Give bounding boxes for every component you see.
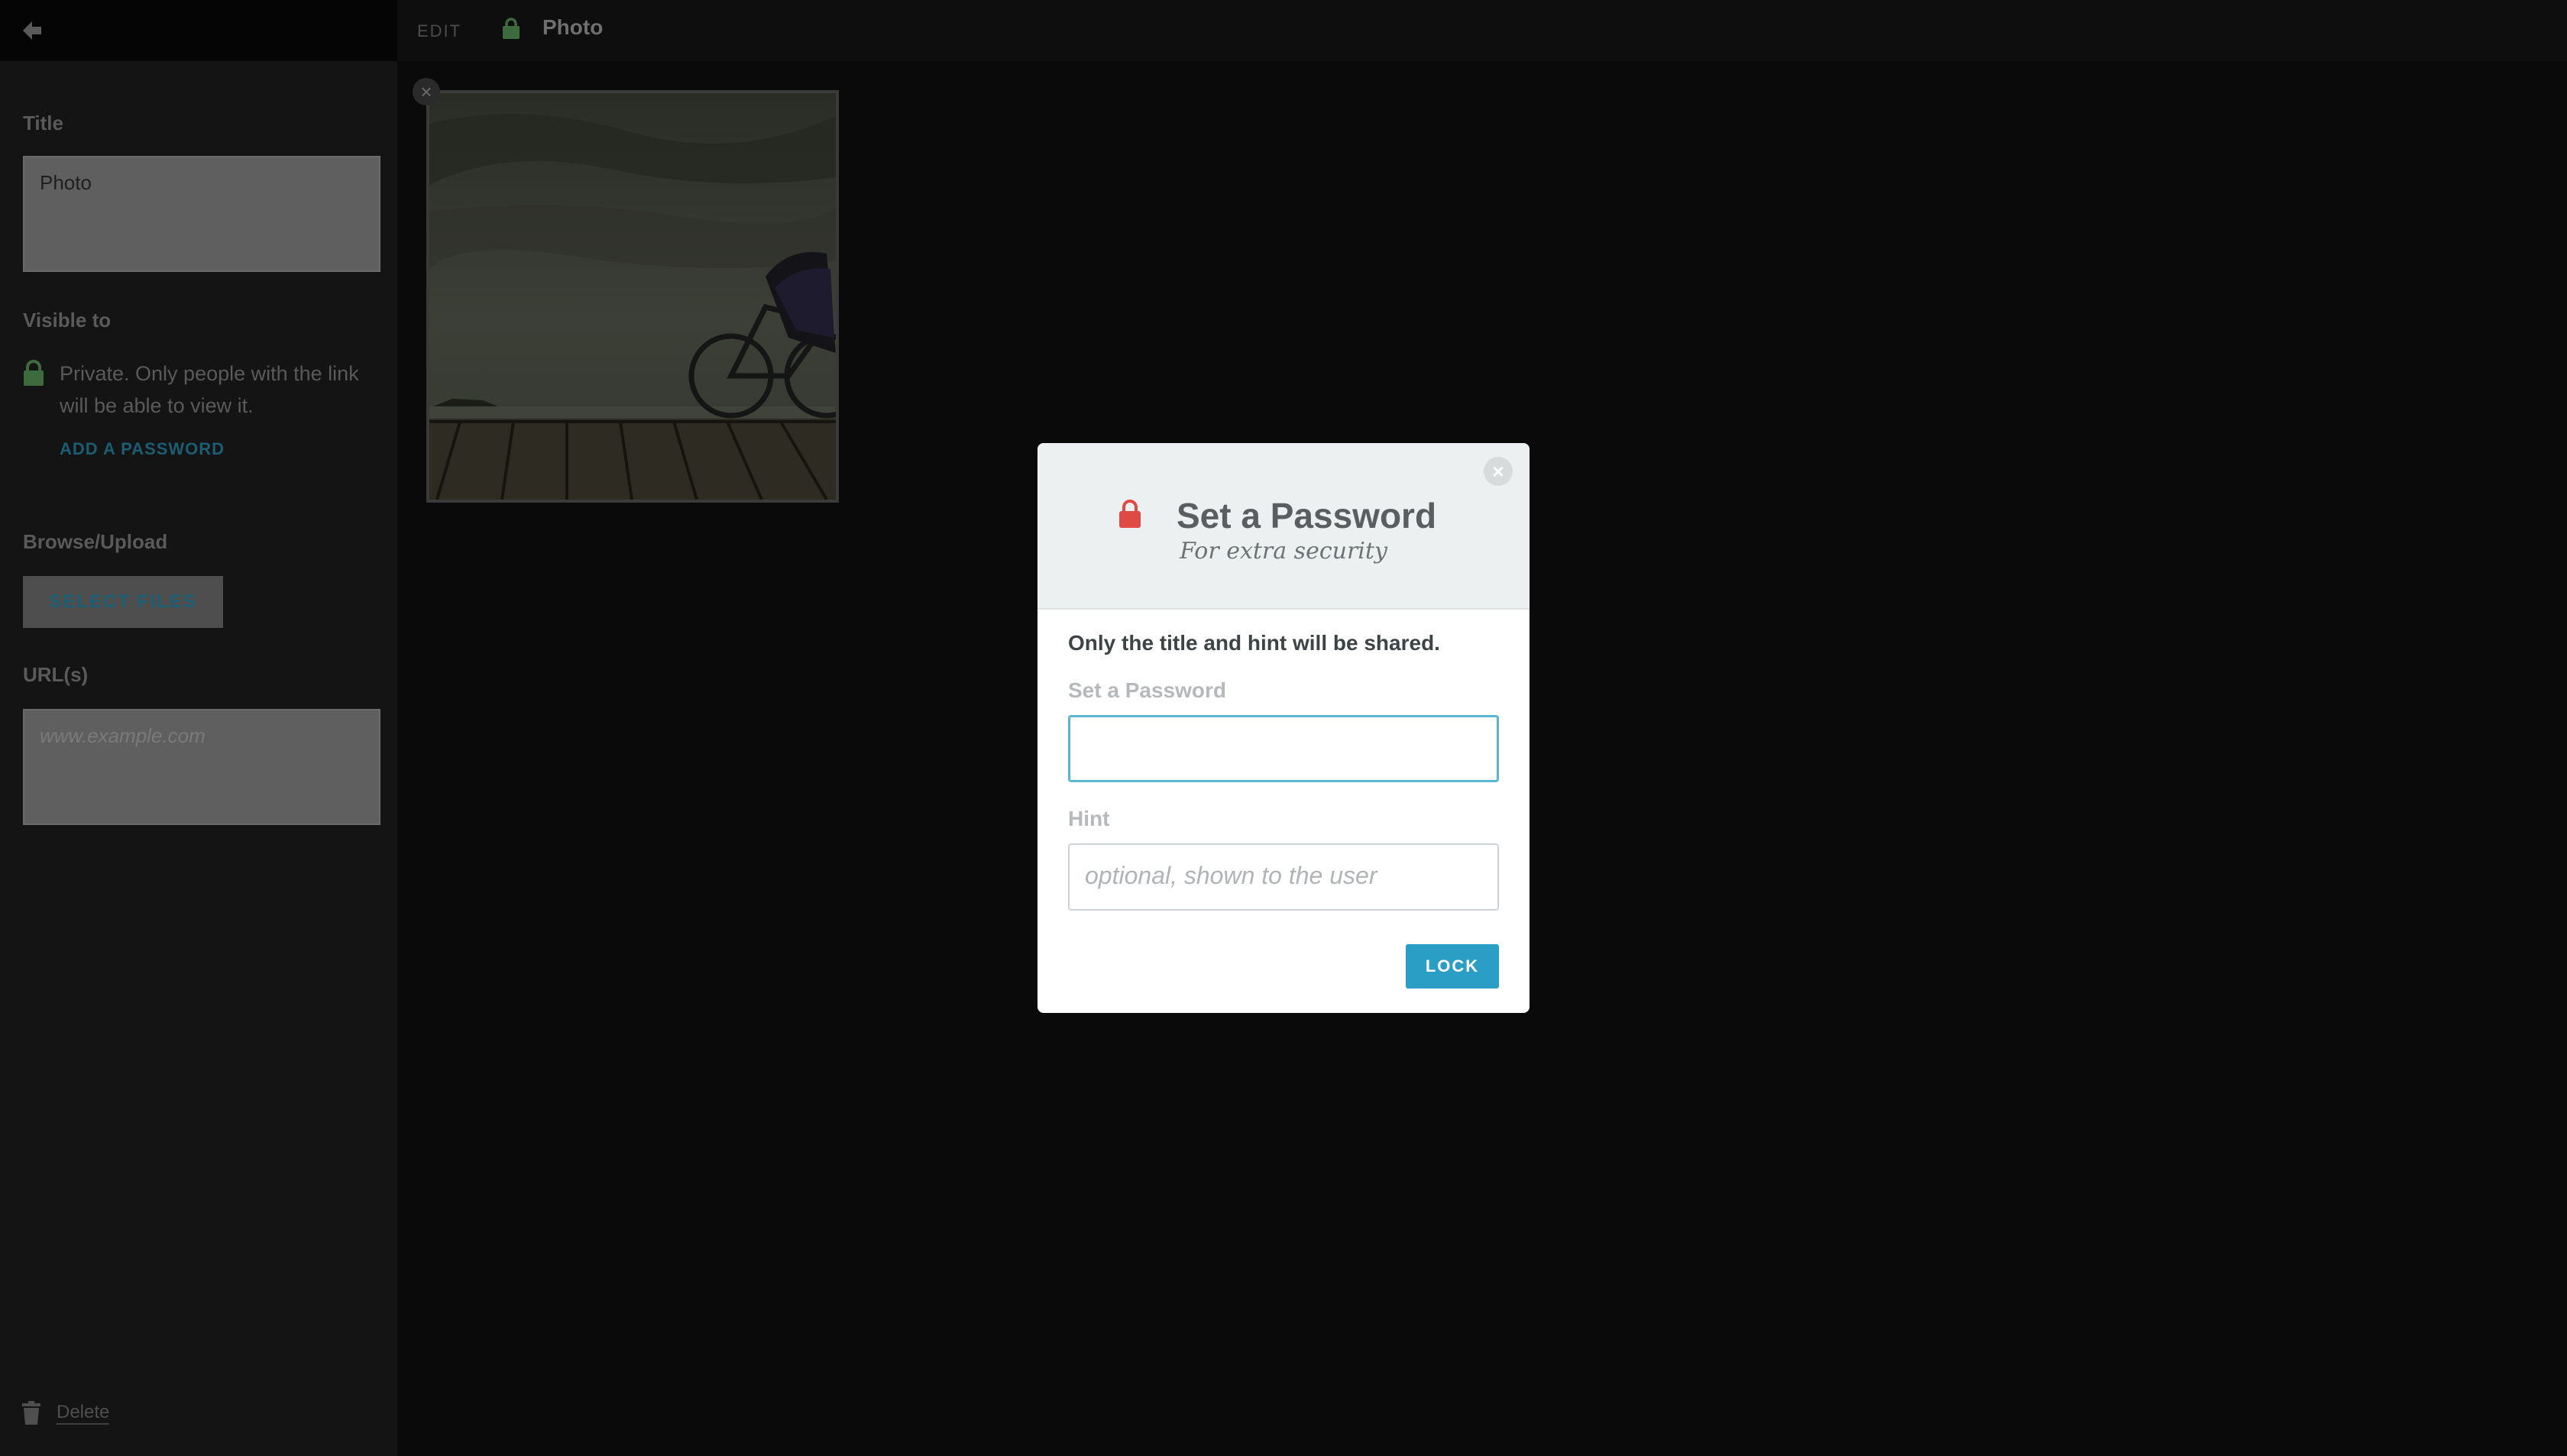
urls-label: URL(s): [23, 663, 89, 686]
photo-image: [429, 93, 836, 500]
delete-button[interactable]: Delete: [21, 1401, 110, 1425]
dialog-title: Set a Password: [1177, 496, 1437, 535]
browse-upload-label: Browse/Upload: [23, 530, 168, 553]
sidebar: Title Photo Visible to Private. Only peo…: [0, 0, 397, 1456]
lock-icon: [24, 360, 44, 386]
dialog-note: Only the title and hint will be shared.: [1068, 631, 1440, 655]
photo-thumbnail[interactable]: [426, 90, 839, 503]
dialog-subtitle: For extra security: [1180, 538, 1387, 565]
lock-button[interactable]: LOCK: [1406, 944, 1499, 988]
title-label: Title: [23, 112, 63, 134]
trash-icon: [22, 1401, 40, 1425]
password-label: Set a Password: [1068, 678, 1226, 702]
password-input[interactable]: [1068, 715, 1499, 782]
title-input[interactable]: Photo: [23, 156, 380, 272]
hint-input[interactable]: optional, shown to the user: [1068, 843, 1499, 911]
hint-label: Hint: [1068, 807, 1110, 830]
visibility-description: Private. Only people with the link will …: [60, 362, 359, 417]
dialog-header: × Set a Password For extra security: [1037, 443, 1530, 610]
urls-input[interactable]: www.example.com: [23, 709, 380, 825]
top-bar: EDIT Photo: [397, 0, 2567, 61]
select-files-button[interactable]: SELECT FILES: [23, 576, 223, 628]
remove-photo-button[interactable]: ×: [413, 78, 440, 105]
page-title: Photo: [542, 15, 604, 39]
lock-icon: [1119, 500, 1141, 528]
back-arrow-icon[interactable]: [20, 18, 44, 43]
close-icon[interactable]: ×: [1484, 457, 1513, 486]
sidebar-header: [0, 0, 397, 61]
set-password-dialog: × Set a Password For extra security Only…: [1037, 443, 1530, 1013]
visible-to-label: Visible to: [23, 309, 112, 332]
delete-label: Delete: [57, 1402, 110, 1425]
lock-icon: [503, 18, 520, 39]
add-password-link[interactable]: ADD A PASSWORD: [60, 439, 225, 459]
edit-label: EDIT: [417, 21, 462, 40]
